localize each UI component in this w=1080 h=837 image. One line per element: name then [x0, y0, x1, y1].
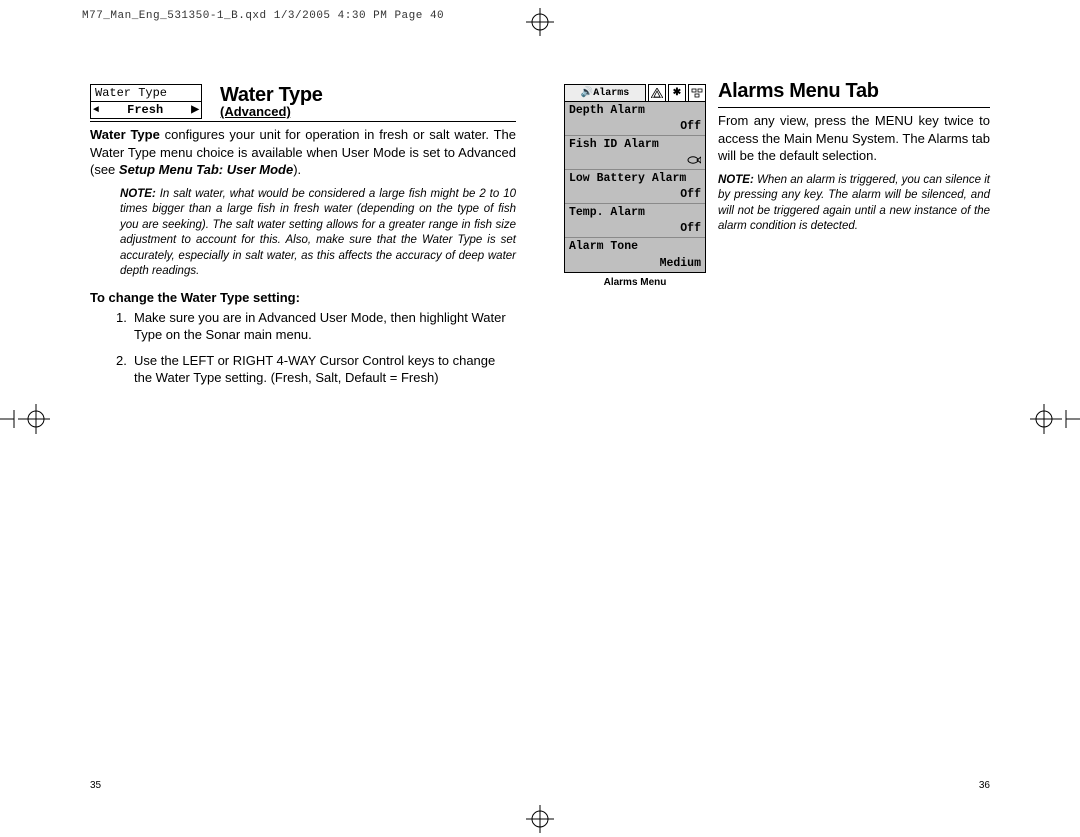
- alarm-label: Depth Alarm: [569, 104, 645, 117]
- alarms-tabs: 🔊Alarms ✱: [564, 84, 706, 101]
- crop-mark-bottom: [526, 805, 554, 833]
- right-arrow-icon: ▶: [191, 104, 199, 116]
- setup-tab-icon: ✱: [668, 84, 686, 101]
- alarm-value: Off: [680, 222, 701, 235]
- page-right: 🔊Alarms ✱ Depth Alarm Off: [554, 80, 1000, 781]
- alarms-menu-widget: 🔊Alarms ✱ Depth Alarm Off: [564, 84, 706, 273]
- page-number: 35: [90, 780, 101, 791]
- alarm-value: Medium: [660, 257, 701, 270]
- alarm-label: Temp. Alarm: [569, 206, 645, 219]
- alarms-tab-selected: 🔊Alarms: [564, 84, 646, 101]
- note-paragraph: NOTE: In salt water, what would be consi…: [120, 187, 516, 280]
- left-arrow-icon: ◄: [93, 105, 99, 116]
- heading-rule: [90, 121, 516, 122]
- alarms-list: Depth Alarm Off Fish ID Alarm Low Batter…: [564, 101, 706, 273]
- crop-mark-right: [1030, 404, 1080, 434]
- note-label: NOTE:: [120, 188, 156, 200]
- heading-rule: [718, 107, 990, 108]
- page-left: Water Type ◄ Fresh ▶ Water Type (Advance…: [80, 80, 526, 781]
- alarm-label: Fish ID Alarm: [569, 138, 659, 151]
- crop-mark-left: [0, 404, 50, 434]
- step-text: Make sure you are in Advanced User Mode,…: [134, 309, 516, 344]
- note-paragraph: NOTE: When an alarm is triggered, you ca…: [718, 173, 990, 235]
- water-type-widget-label: Water Type: [91, 85, 201, 102]
- paragraph-lead: Water Type: [90, 127, 160, 142]
- print-slug: M77_Man_Eng_531350-1_B.qxd 1/3/2005 4:30…: [82, 10, 444, 22]
- note-label: NOTE:: [718, 174, 754, 186]
- alarm-label: Low Battery Alarm: [569, 172, 686, 185]
- step-item: 2. Use the LEFT or RIGHT 4-WAY Cursor Co…: [116, 352, 516, 387]
- alarm-value: Off: [680, 120, 701, 133]
- alarm-label: Alarm Tone: [569, 240, 638, 253]
- alarm-row: Low Battery Alarm Off: [565, 170, 705, 204]
- note-text: When an alarm is triggered, you can sile…: [718, 174, 990, 233]
- body-paragraph: From any view, press the MENU key twice …: [718, 112, 990, 165]
- step-item: 1. Make sure you are in Advanced User Mo…: [116, 309, 516, 344]
- accessories-tab-icon: [688, 84, 706, 101]
- sonar-tab-icon: [648, 84, 666, 101]
- speaker-icon: 🔊: [581, 87, 593, 99]
- body-paragraph: Water Type configures your unit for oper…: [90, 126, 516, 179]
- note-text: In salt water, what would be considered …: [120, 188, 516, 278]
- crop-mark-top: [526, 8, 554, 36]
- water-type-widget-value: Fresh: [127, 103, 163, 117]
- page-spread: Water Type ◄ Fresh ▶ Water Type (Advance…: [80, 80, 1000, 781]
- fish-icon: [687, 155, 701, 165]
- alarm-row: Fish ID Alarm: [565, 136, 705, 170]
- alarms-caption: Alarms Menu: [564, 277, 706, 288]
- alarm-value: Off: [680, 188, 701, 201]
- page-number: 36: [979, 780, 990, 791]
- water-type-widget: Water Type ◄ Fresh ▶: [90, 84, 202, 119]
- alarm-row: Depth Alarm Off: [565, 102, 705, 136]
- alarm-row: Temp. Alarm Off: [565, 204, 705, 238]
- alarms-tab-label: Alarms: [593, 88, 629, 99]
- step-number: 1.: [116, 309, 134, 344]
- steps-heading: To change the Water Type setting:: [90, 290, 516, 305]
- step-text: Use the LEFT or RIGHT 4-WAY Cursor Contr…: [134, 352, 516, 387]
- paragraph-crossref: Setup Menu Tab: User Mode: [119, 162, 293, 177]
- alarm-row: Alarm Tone Medium: [565, 238, 705, 272]
- paragraph-end: ).: [293, 162, 301, 177]
- section-heading: Alarms Menu Tab: [718, 80, 990, 103]
- step-number: 2.: [116, 352, 134, 387]
